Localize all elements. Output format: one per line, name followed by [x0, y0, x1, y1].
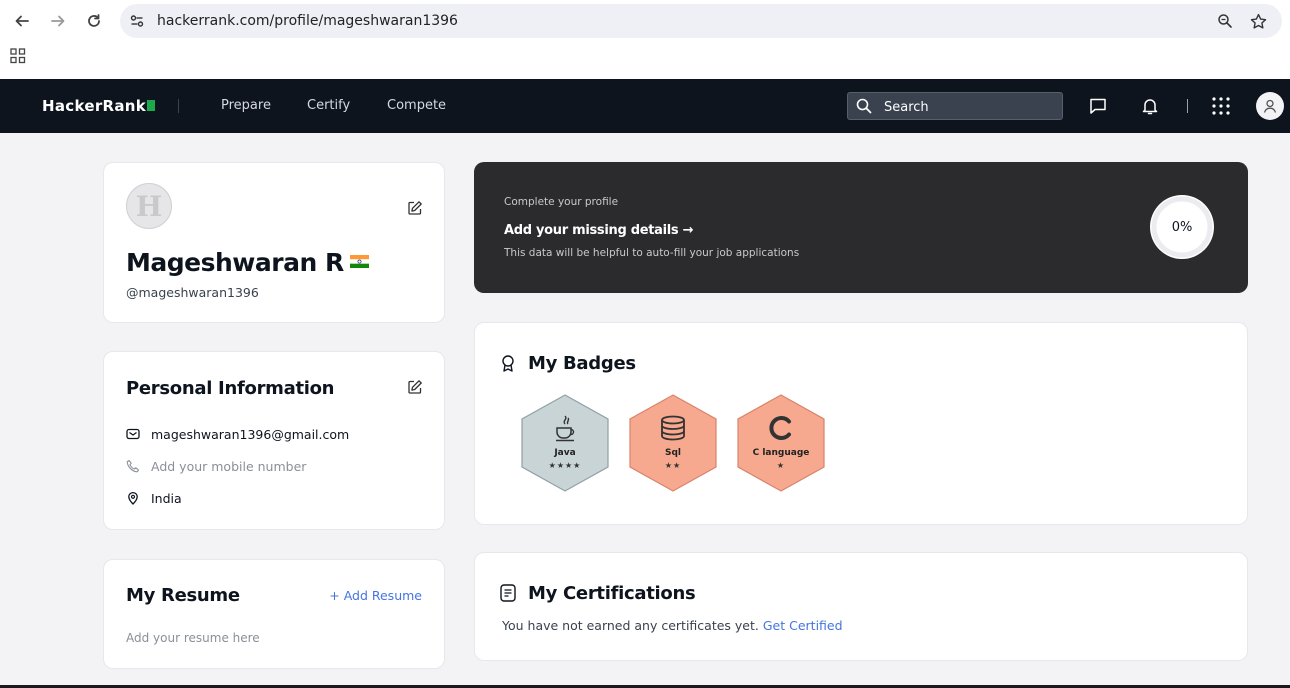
add-missing-details-link[interactable]: Add your missing details →	[504, 223, 694, 238]
email-text: mageshwaran1396@gmail.com	[151, 426, 350, 442]
avatar[interactable]: H	[126, 183, 172, 229]
certifications-card: My Certifications You have not earned an…	[474, 552, 1248, 661]
address-bar[interactable]: hackerrank.com/profile/mageshwaran1396	[120, 4, 1282, 38]
apps-grid-icon[interactable]	[10, 48, 30, 68]
bookmark-star-icon[interactable]	[1248, 11, 1268, 31]
resume-hint: Add your resume here	[126, 631, 260, 645]
user-menu-avatar[interactable]	[1256, 92, 1284, 120]
badge-java[interactable]: Java ★★★★	[519, 393, 611, 493]
badge-name: C language	[752, 448, 810, 458]
complete-profile-banner: Complete your profile Add your missing d…	[474, 162, 1248, 293]
header-divider	[1187, 99, 1188, 113]
phone-row[interactable]: Add your mobile number	[126, 457, 306, 475]
back-icon[interactable]	[9, 8, 35, 34]
resume-card: My Resume + Add Resume Add your resume h…	[103, 559, 445, 669]
notifications-bell-icon[interactable]	[1140, 96, 1160, 116]
reload-icon[interactable]	[81, 8, 107, 34]
edit-profile-icon[interactable]	[407, 200, 423, 216]
india-flag-icon	[349, 255, 369, 268]
nav-prepare[interactable]: Prepare	[221, 98, 271, 113]
profile-card: H Mageshwaran R @mageshwaran1396	[103, 162, 445, 323]
badges-title: My Badges	[528, 353, 636, 374]
profile-handle: @mageshwaran1396	[126, 285, 259, 300]
badge-name: Java	[554, 448, 576, 458]
browser-chrome: hackerrank.com/profile/mageshwaran1396	[0, 0, 1290, 79]
badge-ribbon-icon	[502, 355, 514, 372]
nav-compete[interactable]: Compete	[387, 98, 446, 113]
badge-c-language[interactable]: C language ★	[735, 393, 827, 493]
profile-name: Mageshwaran R	[126, 248, 369, 277]
banner-kicker: Complete your profile	[504, 196, 619, 208]
certificate-icon	[500, 584, 516, 602]
site-settings-icon[interactable]	[127, 11, 147, 31]
search-icon	[856, 98, 872, 114]
personal-info-card: Personal Information mageshwaran1396@gma…	[103, 351, 445, 530]
badge-name: Sql	[664, 448, 681, 458]
location-row: India	[126, 489, 182, 507]
location-pin-icon	[128, 491, 138, 505]
url-text[interactable]: hackerrank.com/profile/mageshwaran1396	[157, 13, 458, 29]
hackerrank-logo[interactable]: HackerRank	[42, 97, 156, 115]
certifications-empty-message: You have not earned any certificates yet…	[502, 618, 843, 633]
email-row: mageshwaran1396@gmail.com	[126, 425, 349, 443]
badge-hexagon	[737, 394, 825, 492]
forward-icon[interactable]	[45, 8, 71, 34]
email-icon	[126, 428, 140, 440]
get-certified-link[interactable]: Get Certified	[763, 618, 843, 633]
phone-icon	[126, 459, 140, 473]
user-icon	[1263, 99, 1277, 113]
badge-sql[interactable]: Sql ★★	[627, 393, 719, 493]
badge-stars: ★★★★	[548, 461, 582, 470]
badge-stars: ★★	[664, 461, 682, 470]
add-resume-link[interactable]: + Add Resume	[329, 588, 422, 603]
badge-hexagon	[629, 394, 717, 492]
certifications-title: My Certifications	[528, 583, 696, 604]
zoom-icon[interactable]	[1215, 11, 1235, 31]
resume-title: My Resume	[126, 585, 240, 606]
badge-hexagon	[521, 394, 609, 492]
phone-placeholder[interactable]: Add your mobile number	[151, 459, 306, 474]
location-text: India	[151, 490, 182, 506]
badges-card: My Badges Java ★★★★ Sql ★★ C language ★	[474, 322, 1248, 525]
logo-divider	[178, 99, 179, 113]
search-label: Search	[884, 100, 929, 115]
database-icon	[661, 415, 685, 441]
banner-subtitle: This data will be helpful to auto-fill y…	[504, 247, 800, 259]
profile-progress-label: 0%	[1171, 219, 1193, 235]
messages-icon[interactable]	[1088, 96, 1108, 116]
search-box[interactable]: Search	[847, 92, 1063, 120]
apps-menu-icon[interactable]	[1211, 96, 1231, 116]
personal-info-title: Personal Information	[126, 378, 335, 399]
site-header: HackerRank Prepare Certify Compete Searc…	[0, 79, 1290, 133]
nav-certify[interactable]: Certify	[307, 98, 350, 113]
badge-stars: ★	[776, 461, 786, 470]
java-cup-icon	[556, 415, 575, 442]
edit-personal-info-icon[interactable]	[407, 379, 423, 395]
c-letter-icon	[769, 416, 791, 440]
